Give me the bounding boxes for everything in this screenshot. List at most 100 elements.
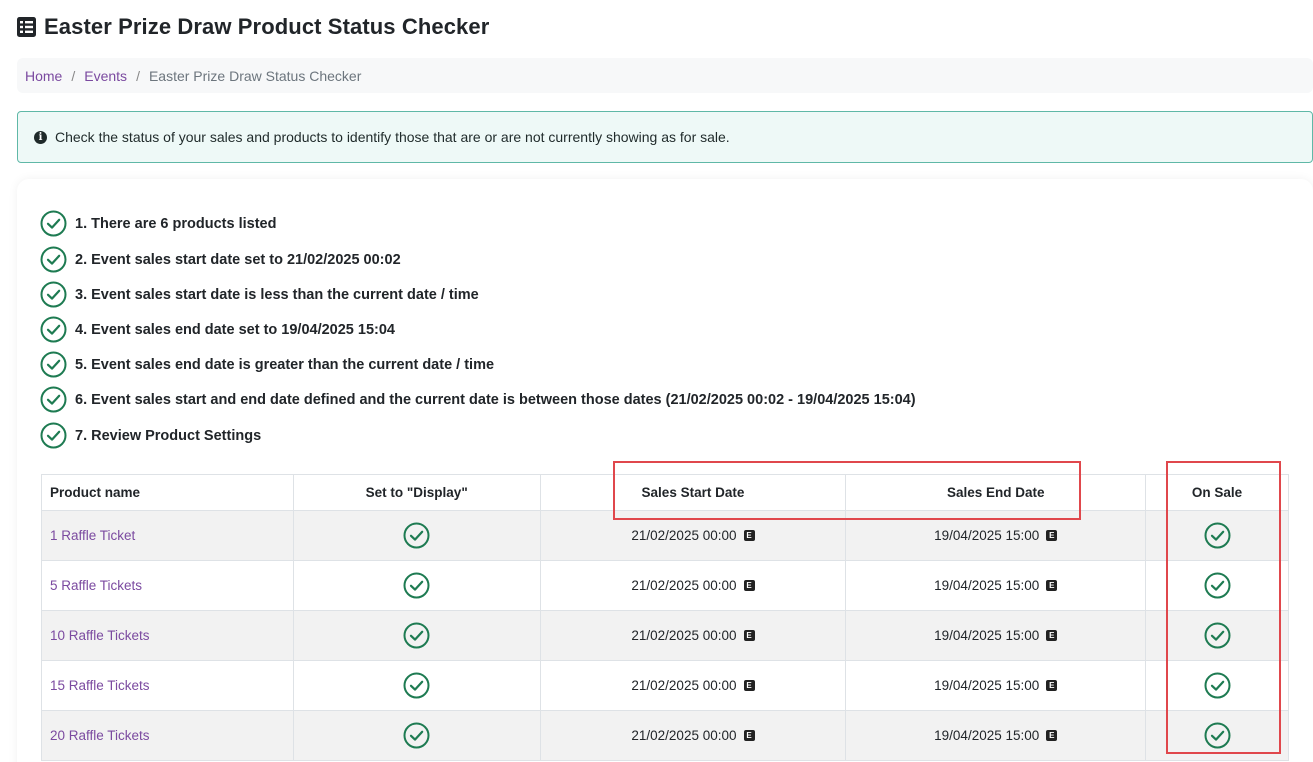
check-circle-icon xyxy=(1204,722,1231,749)
on-sale-cell xyxy=(1145,610,1289,661)
sales-end-cell: 19/04/2025 15:00 E xyxy=(845,660,1147,711)
sales-start-date: 21/02/2025 00:00 xyxy=(631,578,737,593)
product-name-cell: 5 Raffle Tickets xyxy=(41,560,294,611)
display-cell xyxy=(292,560,541,611)
sales-end-date: 19/04/2025 15:00 xyxy=(934,728,1040,743)
sales-end-cell: 19/04/2025 15:00 E xyxy=(845,510,1147,561)
check-circle-icon xyxy=(40,316,67,343)
column-header-sales-start: Sales Start Date xyxy=(539,474,847,511)
table-row: 1 Raffle Ticket 21/02/2025 00:00 E 19/04/… xyxy=(41,510,1289,561)
checklist-item-text: 4. Event sales end date set to 19/04/202… xyxy=(75,321,395,338)
checklist-item: 5. Event sales end date is greater than … xyxy=(40,351,494,378)
check-circle-icon xyxy=(1204,672,1231,699)
product-name-cell: 10 Raffle Tickets xyxy=(41,610,294,661)
table-row: 10 Raffle Tickets 21/02/2025 00:00 E 19/0… xyxy=(41,610,1289,661)
sales-end-date: 19/04/2025 15:00 xyxy=(934,628,1040,643)
edit-badge-icon[interactable]: E xyxy=(743,530,755,541)
check-circle-icon xyxy=(40,422,67,449)
edit-badge-icon[interactable]: E xyxy=(743,730,755,741)
on-sale-cell xyxy=(1145,510,1289,561)
edit-badge-icon[interactable]: E xyxy=(1046,580,1058,591)
checklist-item: 3. Event sales start date is less than t… xyxy=(40,281,479,308)
sales-end-cell: 19/04/2025 15:00 E xyxy=(845,560,1147,611)
page: Easter Prize Draw Product Status Checker… xyxy=(0,0,1313,762)
checklist-item: 4. Event sales end date set to 19/04/202… xyxy=(40,316,395,343)
on-sale-cell xyxy=(1145,560,1289,611)
sales-end-date: 19/04/2025 15:00 xyxy=(934,678,1040,693)
info-icon: i xyxy=(34,130,47,144)
check-circle-icon xyxy=(1204,572,1231,599)
table-row: 5 Raffle Tickets 21/02/2025 00:00 E 19/04… xyxy=(41,560,1289,611)
edit-badge-icon[interactable]: E xyxy=(743,680,755,691)
edit-badge-icon[interactable]: E xyxy=(1046,730,1058,741)
product-table: Product name Set to "Display" Sales Star… xyxy=(41,474,1289,761)
check-circle-icon xyxy=(403,672,430,699)
sales-start-cell: 21/02/2025 00:00 E xyxy=(539,560,847,611)
sales-start-date: 21/02/2025 00:00 xyxy=(631,628,737,643)
sales-start-cell: 21/02/2025 00:00 E xyxy=(539,610,847,661)
checklist-item-text: 6. Event sales start and end date define… xyxy=(75,391,916,408)
edit-badge-icon[interactable]: E xyxy=(1046,680,1058,691)
sales-start-cell: 21/02/2025 00:00 E xyxy=(539,710,847,761)
checklist-item: 2. Event sales start date set to 21/02/2… xyxy=(40,246,401,273)
on-sale-cell xyxy=(1145,660,1289,711)
column-header-on-sale: On Sale xyxy=(1145,474,1289,511)
product-name-cell: 20 Raffle Tickets xyxy=(41,710,294,761)
info-alert-text: Check the status of your sales and produ… xyxy=(55,129,730,145)
page-header: Easter Prize Draw Product Status Checker xyxy=(17,14,489,40)
table-row: 15 Raffle Tickets 21/02/2025 00:00 E 19/0… xyxy=(41,660,1289,711)
sales-start-cell: 21/02/2025 00:00 E xyxy=(539,510,847,561)
product-name-cell: 15 Raffle Tickets xyxy=(41,660,294,711)
breadcrumb: Home / Events / Easter Prize Draw Status… xyxy=(17,58,1313,93)
edit-badge-icon[interactable]: E xyxy=(1046,630,1058,641)
product-link[interactable]: 20 Raffle Tickets xyxy=(50,728,150,743)
product-link[interactable]: 15 Raffle Tickets xyxy=(50,678,150,693)
info-alert: i Check the status of your sales and pro… xyxy=(17,111,1313,163)
product-link[interactable]: 10 Raffle Tickets xyxy=(50,628,150,643)
list-icon xyxy=(17,17,36,37)
check-circle-icon xyxy=(403,572,430,599)
breadcrumb-separator: / xyxy=(136,67,140,84)
display-cell xyxy=(292,510,541,561)
page-title: Easter Prize Draw Product Status Checker xyxy=(44,14,490,39)
sales-end-cell: 19/04/2025 15:00 E xyxy=(845,710,1147,761)
edit-badge-icon[interactable]: E xyxy=(1046,530,1058,541)
breadcrumb-current: Easter Prize Draw Status Checker xyxy=(148,67,362,84)
display-cell xyxy=(292,710,541,761)
column-header-product-name: Product name xyxy=(41,474,294,511)
on-sale-cell xyxy=(1145,710,1289,761)
column-header-sales-end: Sales End Date xyxy=(845,474,1147,511)
sales-end-date: 19/04/2025 15:00 xyxy=(934,528,1040,543)
checklist-item-text: 2. Event sales start date set to 21/02/2… xyxy=(75,251,401,268)
display-cell xyxy=(292,610,541,661)
breadcrumb-separator: / xyxy=(71,67,76,84)
checklist-item-text: 1. There are 6 products listed xyxy=(75,215,277,232)
sales-start-date: 21/02/2025 00:00 xyxy=(631,728,737,743)
checklist-item-text: 7. Review Product Settings xyxy=(75,427,262,444)
checklist-item: 6. Event sales start and end date define… xyxy=(40,386,916,413)
display-cell xyxy=(292,660,541,711)
sales-start-cell: 21/02/2025 00:00 E xyxy=(539,660,847,711)
check-circle-icon xyxy=(40,246,67,273)
check-circle-icon xyxy=(1204,522,1231,549)
edit-badge-icon[interactable]: E xyxy=(743,580,755,591)
edit-badge-icon[interactable]: E xyxy=(743,630,755,641)
check-circle-icon xyxy=(403,622,430,649)
sales-start-date: 21/02/2025 00:00 xyxy=(631,528,737,543)
check-circle-icon xyxy=(403,722,430,749)
checklist-item: 7. Review Product Settings xyxy=(40,422,261,449)
product-link[interactable]: 1 Raffle Ticket xyxy=(50,528,135,543)
sales-end-cell: 19/04/2025 15:00 E xyxy=(845,610,1147,661)
check-circle-icon xyxy=(40,281,67,308)
table-header-row: Product name Set to "Display" Sales Star… xyxy=(41,474,1289,511)
checklist-item-text: 5. Event sales end date is greater than … xyxy=(75,356,495,373)
product-link[interactable]: 5 Raffle Tickets xyxy=(50,578,142,593)
sales-start-date: 21/02/2025 00:00 xyxy=(631,678,737,693)
column-header-display: Set to "Display" xyxy=(292,474,541,511)
breadcrumb-home-link[interactable]: Home xyxy=(25,68,62,84)
table-row: 20 Raffle Tickets 21/02/2025 00:00 E 19/0… xyxy=(41,710,1289,761)
check-circle-icon xyxy=(40,351,67,378)
breadcrumb-events-link[interactable]: Events xyxy=(84,68,127,84)
checklist-item-text: 3. Event sales start date is less than t… xyxy=(75,286,479,303)
check-circle-icon xyxy=(403,522,430,549)
